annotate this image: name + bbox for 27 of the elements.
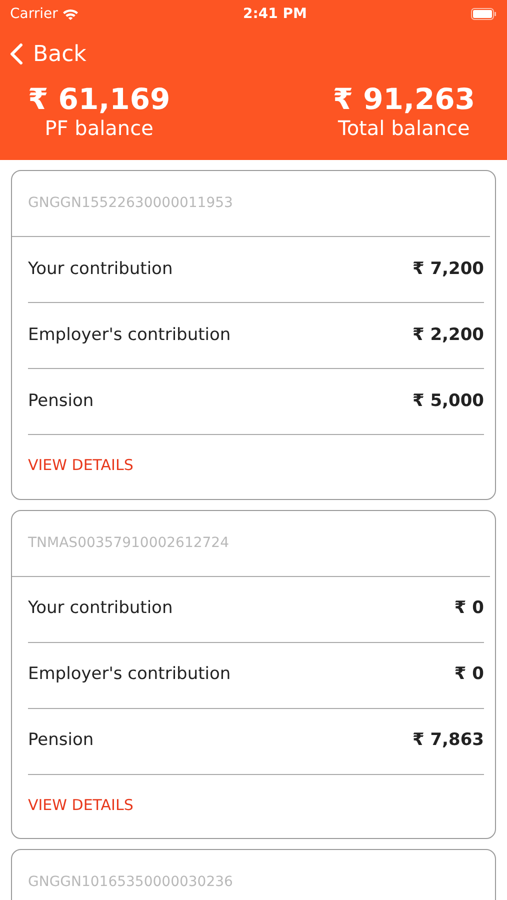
- balance-label: PF balance: [44, 116, 154, 140]
- row-value: ₹ 5,000: [412, 390, 484, 413]
- account-number: GNGGN10165350000030236: [28, 873, 233, 892]
- row-value: ₹ 0: [454, 663, 484, 686]
- row-value: ₹ 0: [454, 597, 484, 620]
- row-label: Employer's contribution: [28, 663, 231, 686]
- chevron-left-icon: [10, 43, 23, 65]
- balance-amount: ₹ 91,263: [332, 84, 475, 116]
- balance-amount: ₹ 61,169: [28, 84, 170, 116]
- balance-label: Total balance: [338, 116, 470, 140]
- row-label: Employer's contribution: [28, 324, 231, 347]
- time-label: 2:41 PM: [243, 4, 307, 24]
- account-number: TNMAS00357910002612724: [28, 534, 229, 552]
- row-label: Pension: [28, 390, 94, 413]
- row-label: Your contribution: [28, 597, 173, 620]
- row-value: ₹ 2,200: [412, 324, 484, 347]
- row-label: Your contribution: [28, 258, 173, 281]
- view-details-link[interactable]: VIEW DETAILS: [28, 454, 134, 476]
- account-number: GNGGN15522630000011953: [28, 194, 233, 213]
- carrier-label: Carrier: [10, 4, 58, 24]
- row-value: ₹ 7,200: [412, 258, 484, 281]
- back-button[interactable]: Back: [10, 38, 86, 70]
- battery-icon: [471, 8, 497, 20]
- view-details-link[interactable]: VIEW DETAILS: [28, 794, 134, 816]
- row-value: ₹ 7,863: [412, 729, 484, 752]
- row-label: Pension: [28, 729, 94, 752]
- wifi-icon: [62, 8, 79, 20]
